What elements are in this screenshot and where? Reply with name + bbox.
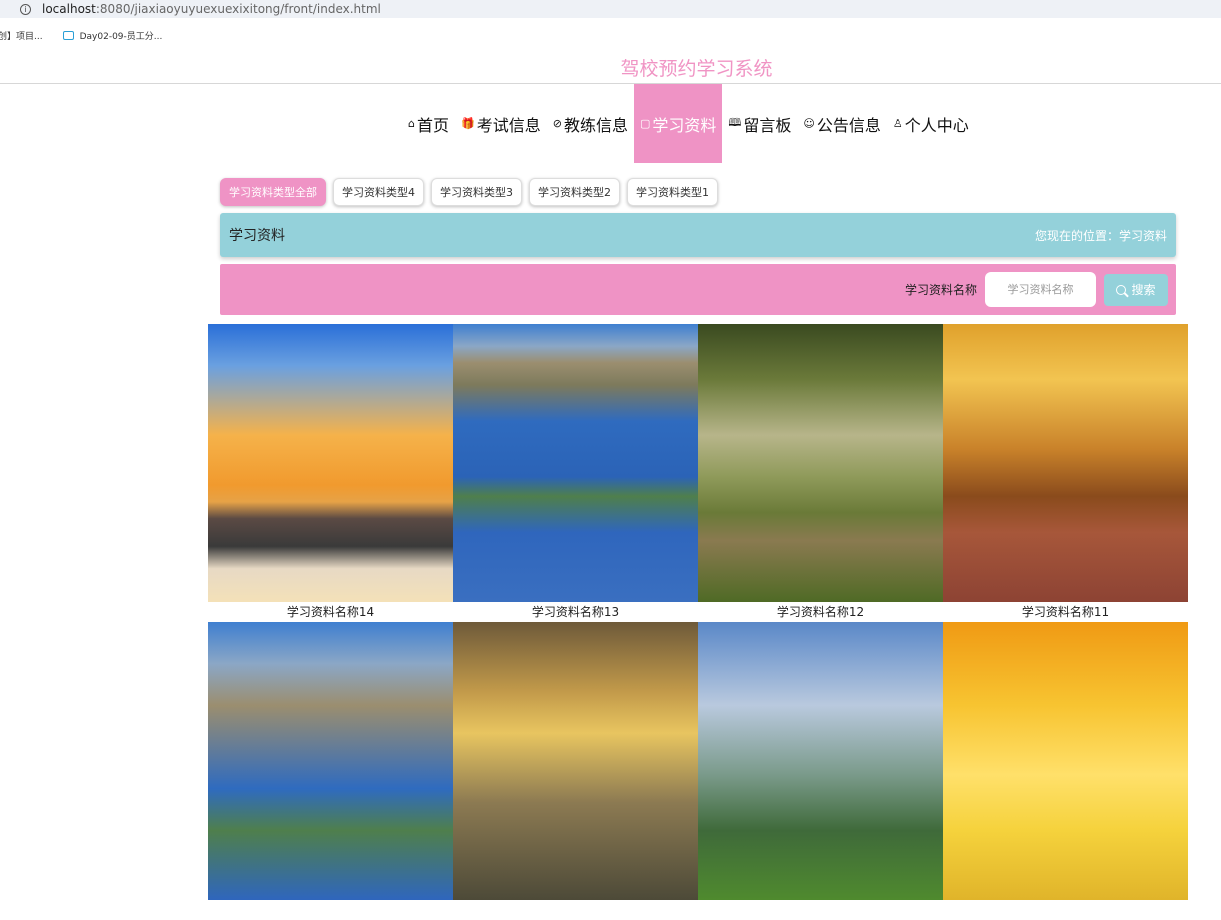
notice-icon: ☺ (803, 117, 815, 130)
breadcrumb: 您现在的位置：学习资料 (1034, 228, 1167, 243)
message-icon: 🕮 (728, 116, 742, 129)
bookmarks-bar: 创】项目... Day02-09-员工分... (0, 26, 182, 44)
tab-type-3[interactable]: 学习资料类型3 (431, 178, 522, 206)
material-card[interactable]: 学习资料名称13 (453, 324, 698, 622)
nav-item-profile[interactable]: ♙ 个人中心 (887, 84, 975, 163)
search-button-label: 搜索 (1131, 283, 1156, 297)
material-name (208, 900, 453, 920)
material-image[interactable] (698, 622, 943, 900)
nav-item-notices[interactable]: ☺ 公告信息 (797, 84, 886, 163)
nav-item-materials[interactable]: ▢ 学习资料 (633, 84, 723, 163)
nav-item-exams[interactable]: 🎁 考试信息 (455, 84, 547, 163)
user-icon: ♙ (892, 117, 903, 130)
material-name (943, 900, 1188, 920)
nav-label: 公告信息 (816, 115, 881, 135)
material-card[interactable]: 学习资料名称12 (698, 324, 943, 622)
nav-label: 留言板 (743, 115, 792, 135)
browser-address-bar[interactable]: i localhost:8080/jiaxiaoyuyuexuexixitong… (0, 0, 1221, 18)
material-image[interactable] (943, 622, 1188, 900)
nav-label: 教练信息 (563, 115, 628, 135)
main-nav: ⌂ 首页 🎁 考试信息 ⊘ 教练信息 ▢ 学习资料 🕮 留言板 ☺ 公告信息 ♙ 个人中心 (402, 84, 975, 163)
url-path: :8080/jiaxiaoyuyuexuexixitong/front/inde… (95, 2, 381, 16)
address-url[interactable]: localhost:8080/jiaxiaoyuyuexuexixitong/f… (42, 2, 381, 16)
material-image[interactable] (698, 324, 943, 602)
material-name: 学习资料名称11 (943, 602, 1188, 622)
material-image[interactable] (208, 622, 453, 900)
tab-type-4[interactable]: 学习资料类型4 (333, 178, 424, 206)
tv-icon (62, 30, 74, 40)
nav-item-home[interactable]: ⌂ 首页 (402, 84, 455, 163)
material-card[interactable] (453, 622, 698, 920)
material-image[interactable] (943, 324, 1188, 602)
tab-type-1[interactable]: 学习资料类型1 (627, 178, 718, 206)
tab-all[interactable]: 学习资料类型全部 (220, 178, 326, 206)
bookmark-label: Day02-09-员工分... (79, 31, 163, 42)
bookmark-item[interactable]: 创】项目... (0, 29, 43, 42)
section-title: 学习资料 (229, 228, 285, 244)
material-card[interactable]: 学习资料名称14 (208, 324, 453, 622)
category-tabs: 学习资料类型全部 学习资料类型4 学习资料类型3 学习资料类型2 学习资料类型1 (220, 178, 725, 206)
search-input[interactable] (985, 272, 1096, 307)
section-header: 学习资料 您现在的位置：学习资料 (220, 213, 1176, 257)
search-label: 学习资料名称 (904, 283, 977, 297)
gift-icon: 🎁 (461, 117, 475, 130)
material-name: 学习资料名称14 (208, 602, 453, 622)
search-icon (1116, 284, 1127, 295)
material-card[interactable]: 学习资料名称11 (943, 324, 1188, 622)
nav-item-coaches[interactable]: ⊘ 教练信息 (547, 84, 634, 163)
material-card[interactable] (208, 622, 453, 920)
coach-icon: ⊘ (552, 117, 562, 130)
search-panel: 学习资料名称 搜索 (220, 264, 1176, 315)
site-info-icon[interactable]: i (20, 3, 31, 15)
nav-label: 首页 (416, 115, 449, 135)
material-name: 学习资料名称13 (453, 602, 698, 622)
bookmark-item[interactable]: Day02-09-员工分... (62, 29, 163, 42)
material-image[interactable] (453, 622, 698, 900)
material-name (453, 900, 698, 920)
material-image[interactable] (453, 324, 698, 602)
material-image[interactable] (208, 324, 453, 602)
document-icon: ▢ (639, 117, 651, 130)
search-button[interactable]: 搜索 (1104, 273, 1168, 306)
url-host: localhost (42, 2, 96, 16)
materials-grid: 学习资料名称14 学习资料名称13 学习资料名称12 学习资料名称11 (208, 324, 1188, 920)
nav-item-messages[interactable]: 🕮 留言板 (722, 84, 797, 163)
tab-type-2[interactable]: 学习资料类型2 (529, 178, 620, 206)
bookmark-label: 创】项目... (0, 31, 43, 42)
home-icon: ⌂ (408, 117, 415, 130)
nav-label: 个人中心 (904, 115, 969, 135)
material-card[interactable] (943, 622, 1188, 920)
material-card[interactable] (698, 622, 943, 920)
nav-label: 考试信息 (476, 115, 541, 135)
material-name: 学习资料名称12 (698, 602, 943, 622)
site-title: 驾校预约学习系统 (620, 58, 773, 80)
material-name (698, 900, 943, 920)
nav-label: 学习资料 (652, 115, 717, 135)
